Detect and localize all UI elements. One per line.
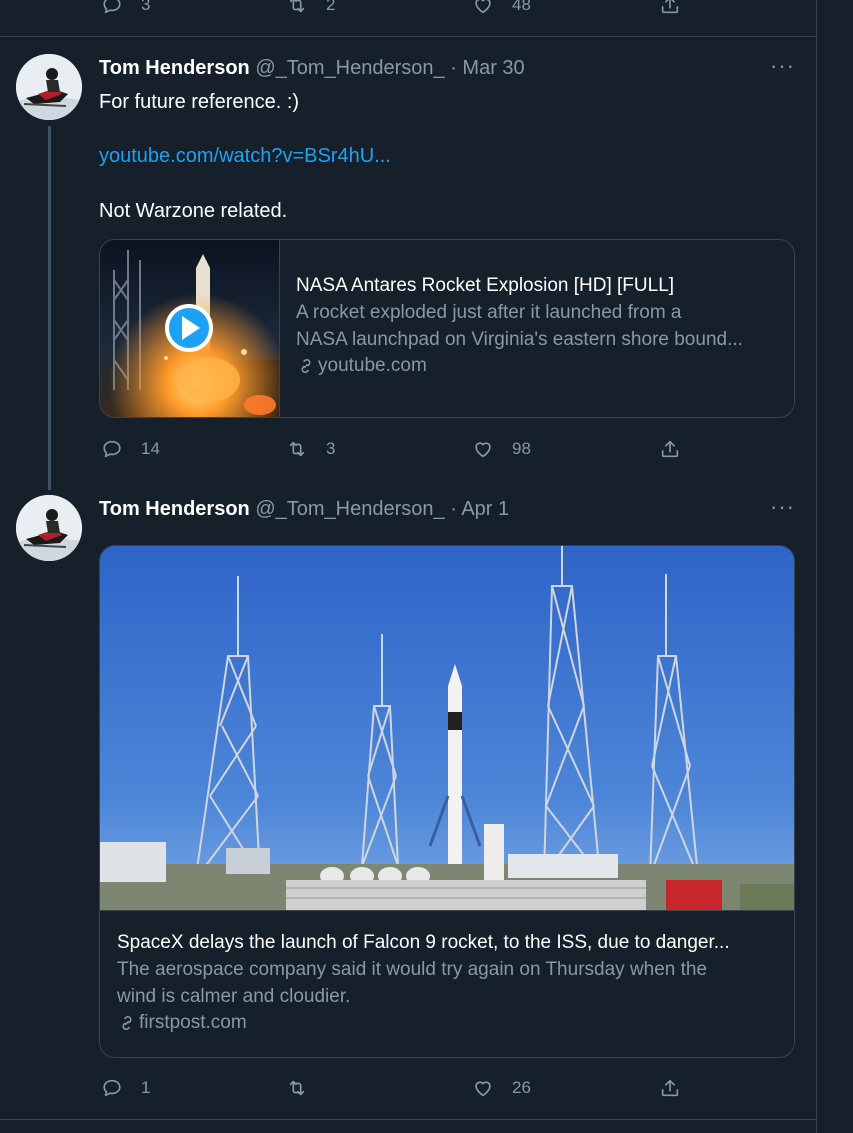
- card-description: A rocket exploded just after it launched…: [296, 299, 786, 353]
- share-icon: [661, 440, 679, 458]
- like-icon: [475, 0, 491, 14]
- retweet-icon: [289, 1080, 305, 1096]
- like-button[interactable]: 26: [472, 1077, 531, 1099]
- tweet-date[interactable]: Apr 1: [461, 498, 509, 520]
- reply-count: 14: [141, 439, 160, 458]
- play-icon[interactable]: [165, 304, 213, 352]
- share-button[interactable]: [659, 1077, 681, 1099]
- tweet-link[interactable]: youtube.com/watch?v=BSr4hU...: [99, 145, 391, 168]
- more-options-icon[interactable]: ···: [770, 53, 795, 79]
- card-title: NASA Antares Rocket Explosion [HD] [FULL…: [296, 275, 675, 296]
- reply-button[interactable]: 14: [101, 438, 160, 460]
- like-count: 98: [512, 439, 531, 458]
- display-name[interactable]: Tom Henderson: [99, 498, 250, 520]
- link-icon: [122, 1015, 132, 1031]
- tweet-header: Tom Henderson @_Tom_Henderson_ · Apr 1: [99, 498, 509, 521]
- card-title: SpaceX delays the launch of Falcon 9 roc…: [117, 932, 730, 953]
- tweet-header: Tom Henderson @_Tom_Henderson_ · Mar 30: [99, 57, 525, 80]
- retweet-button[interactable]: [286, 1077, 326, 1099]
- timeline-column: 3 2 48 Tom Henderson @_Tom_Henderson_ · …: [0, 0, 817, 1133]
- retweet-count: 2: [326, 0, 336, 14]
- card-domain: firstpost.com: [117, 1012, 787, 1034]
- reply-button[interactable]: 3: [101, 0, 150, 16]
- card-domain-text: firstpost.com: [139, 1012, 247, 1033]
- tweet-actions: 14 3 98: [0, 438, 817, 462]
- user-handle[interactable]: @_Tom_Henderson_: [255, 57, 444, 79]
- share-icon: [661, 0, 679, 14]
- link-preview-card[interactable]: SpaceX delays the launch of Falcon 9 roc…: [99, 545, 795, 1058]
- card-domain: youtube.com: [296, 355, 786, 377]
- retweet-button[interactable]: 2: [286, 0, 335, 16]
- card-thumbnail: [100, 240, 280, 417]
- like-icon: [475, 442, 491, 458]
- link-preview-card[interactable]: NASA Antares Rocket Explosion [HD] [FULL…: [99, 239, 795, 418]
- tweet-date[interactable]: Mar 30: [462, 57, 524, 79]
- prev-tweet-actions: 3 2 48: [0, 0, 817, 18]
- card-description-line: The aerospace company said it would try …: [117, 959, 708, 980]
- like-button[interactable]: 98: [472, 438, 531, 460]
- more-options-icon[interactable]: ···: [770, 494, 795, 520]
- tweet-text-line: Not Warzone related.: [99, 200, 288, 222]
- share-icon: [661, 1079, 679, 1097]
- retweet-icon: [289, 0, 305, 13]
- retweet-button[interactable]: 3: [286, 438, 335, 460]
- card-description-line: wind is calmer and cloudier.: [117, 986, 351, 1007]
- reply-icon: [103, 1079, 121, 1097]
- tweet-text-line: For future reference. :): [99, 91, 300, 113]
- share-button[interactable]: [659, 0, 681, 16]
- retweet-icon: [289, 441, 305, 457]
- thread-line: [48, 126, 51, 490]
- like-icon: [475, 1081, 491, 1097]
- reply-icon: [103, 440, 121, 458]
- like-count: 48: [512, 0, 531, 14]
- tweet-actions: 1 26: [0, 1077, 817, 1101]
- reply-count: 1: [141, 1078, 151, 1097]
- separator: ·: [450, 498, 457, 520]
- user-handle[interactable]: @_Tom_Henderson_: [255, 498, 444, 520]
- card-domain-text: youtube.com: [318, 355, 427, 376]
- reply-icon: [103, 0, 121, 14]
- card-image: [100, 546, 794, 911]
- card-description-line: NASA launchpad on Virginia's eastern sho…: [296, 329, 743, 350]
- tweet-divider: [0, 1119, 817, 1120]
- tweet-divider: [0, 36, 817, 37]
- retweet-count: 3: [326, 439, 336, 458]
- like-button[interactable]: 48: [472, 0, 531, 16]
- reply-button[interactable]: 1: [101, 1077, 150, 1099]
- avatar[interactable]: [16, 54, 82, 120]
- link-icon: [301, 358, 311, 374]
- share-button[interactable]: [659, 438, 681, 460]
- card-description: The aerospace company said it would try …: [117, 956, 787, 1010]
- separator: ·: [450, 57, 457, 79]
- card-description-line: A rocket exploded just after it launched…: [296, 302, 682, 323]
- reply-count: 3: [141, 0, 151, 14]
- like-count: 26: [512, 1078, 531, 1097]
- display-name[interactable]: Tom Henderson: [99, 57, 250, 79]
- avatar[interactable]: [16, 495, 82, 561]
